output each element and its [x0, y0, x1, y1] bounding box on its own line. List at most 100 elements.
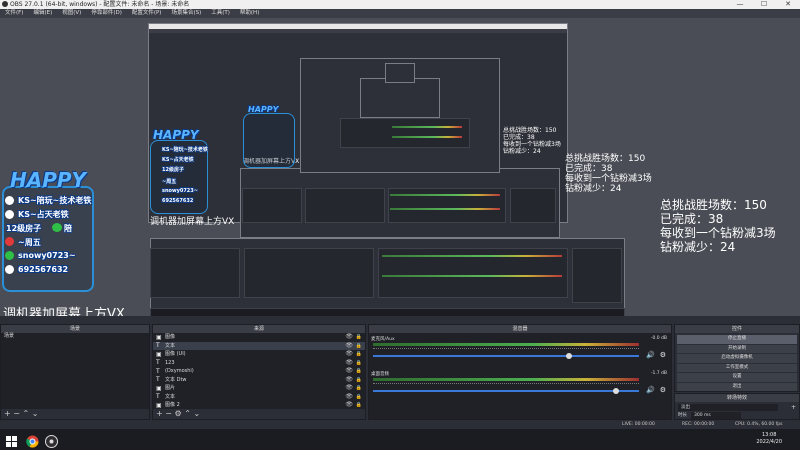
sources-dock: 来源 ▣ 图像 👁 🔒 T 文本 👁 🔒 ▣ 图像 (UI) 👁 🔒 T 123 👁 🔒 T (Dxymoshi)… — [152, 324, 366, 420]
stats-overlay-small: 总挑战胜场数：150 已完成：38 每收到一个钻粉减3场 钻粉减少：24 — [503, 127, 561, 155]
move-up-icon[interactable]: ⌃ — [184, 409, 191, 418]
channel-db: -0.0 dB — [650, 336, 667, 341]
visibility-eye-icon[interactable]: 👁 — [345, 384, 353, 393]
duration-label: 时长 — [678, 413, 687, 418]
add-transition-icon[interactable]: + — [791, 404, 796, 411]
text-icon: T — [156, 393, 160, 400]
minimize-button[interactable]: — — [728, 0, 752, 9]
visibility-eye-icon[interactable]: 👁 — [345, 367, 353, 376]
gear-icon[interactable]: ⚙ — [660, 386, 666, 394]
qq-icon — [5, 265, 14, 274]
source-item[interactable]: T 123 👁 🔒 — [153, 359, 365, 368]
volume-slider-knob[interactable] — [613, 388, 619, 394]
preview-canvas[interactable]: 总挑战胜场数：150 已完成：38 每收到一个钻粉减3场 钻粉减少：24 总挑战胜场数… — [0, 18, 800, 316]
duration-input[interactable]: 300 ms — [691, 412, 741, 419]
windows-start-icon[interactable] — [5, 433, 18, 447]
status-bar: LIVE: 00:00:00 REC: 00:00:00 CPU: 0.4%, … — [0, 420, 800, 429]
volume-slider-knob[interactable] — [566, 353, 572, 359]
lock-icon[interactable]: 🔒 — [356, 342, 362, 351]
lock-icon[interactable]: 🔒 — [356, 359, 362, 368]
studio-mode-button[interactable]: 工作室模式 — [677, 363, 797, 372]
visibility-eye-icon[interactable]: 👁 — [345, 342, 353, 351]
source-item[interactable]: T 文本 👁 🔒 — [153, 341, 365, 351]
start-recording-button[interactable]: 开始录制 — [677, 344, 797, 353]
wechat-icon — [52, 223, 62, 232]
transition-select[interactable]: 淡出 — [678, 404, 778, 411]
remove-icon[interactable]: − — [13, 409, 20, 418]
happy-line-2: KS~占天老铁 — [18, 210, 69, 219]
visibility-eye-icon[interactable]: 👁 — [345, 350, 353, 359]
image-icon: ▣ — [156, 350, 162, 358]
rec-status: REC: 00:00:00 — [682, 422, 715, 427]
stop-streaming-button[interactable]: 停止直播 — [677, 335, 797, 344]
happy-logo-small: HAPPY — [248, 105, 279, 114]
mixer-dock: 混音器 麦克风/Aux -0.0 dB 🔊 ⚙ 桌面音频 -1.7 dB 🔊 ⚙ — [368, 324, 672, 420]
menu-scene-collection[interactable]: 场景集合(S) — [166, 9, 206, 18]
sources-toolbar: + − ⚙ ⌃ ⌄ — [153, 409, 365, 419]
volume-slider[interactable] — [373, 390, 639, 392]
happy-logo: HAPPY — [10, 168, 87, 192]
chrome-icon[interactable] — [26, 433, 39, 448]
move-down-icon[interactable]: ⌄ — [193, 409, 200, 418]
taskbar-clock[interactable]: 13:08 2022/4/20 — [756, 432, 782, 446]
source-label: 文本 Dtw — [165, 376, 187, 383]
obs-taskbar-icon[interactable] — [45, 433, 58, 448]
channel-name: 桌面音频 — [371, 372, 389, 377]
happy-line-3: 12级房子 — [6, 224, 42, 233]
add-icon[interactable]: + — [156, 409, 163, 418]
menu-help[interactable]: 帮助(H) — [235, 9, 264, 18]
scenes-toolbar: + − ⌃ ⌄ — [1, 409, 149, 419]
speaker-icon[interactable]: 🔊 — [646, 386, 655, 394]
menu-view[interactable]: 视图(V) — [57, 9, 86, 18]
visibility-eye-icon[interactable]: 👁 — [345, 393, 353, 402]
menu-file[interactable]: 文件(F) — [0, 9, 28, 18]
gear-icon[interactable]: ⚙ — [175, 409, 182, 418]
lock-icon[interactable]: 🔒 — [356, 367, 362, 376]
cpu-status: CPU: 0.4%, 60.00 fps — [735, 422, 783, 427]
settings-button[interactable]: 设置 — [677, 373, 797, 382]
happy-card-small — [243, 113, 295, 168]
title-bar: OBS 27.0.1 (64-bit, windows) - 配置文件: 未命名… — [0, 0, 800, 9]
scenes-dock-title: 场景 — [1, 325, 149, 333]
menu-bar: 文件(F) 编辑(E) 视图(V) 停靠部件(D) 配置文件(P) 场景集合(S… — [0, 9, 800, 18]
menu-docks[interactable]: 停靠部件(D) — [86, 9, 127, 18]
remove-icon[interactable]: − — [165, 409, 172, 418]
add-icon[interactable]: + — [4, 409, 11, 418]
speaker-icon[interactable]: 🔊 — [646, 351, 655, 359]
image-icon: ▣ — [156, 384, 162, 392]
obs-logo-icon — [2, 1, 8, 7]
volume-slider[interactable] — [373, 355, 639, 357]
visibility-eye-icon[interactable]: 👁 — [345, 359, 353, 368]
gear-icon[interactable]: ⚙ — [660, 351, 666, 359]
scene-item[interactable]: 场景 — [1, 333, 149, 340]
source-item[interactable]: ▣ 图像 (UI) 👁 🔒 — [153, 350, 365, 359]
source-item[interactable]: ▣ 图片 👁 🔒 — [153, 384, 365, 393]
exit-button[interactable]: 退出 — [677, 382, 797, 391]
happy-logo-medium: HAPPY — [153, 128, 199, 142]
window-title: OBS 27.0.1 (64-bit, windows) - 配置文件: 未命名… — [10, 1, 190, 8]
lock-icon[interactable]: 🔒 — [356, 384, 362, 393]
close-button[interactable]: ✕ — [776, 0, 800, 9]
menu-profile[interactable]: 配置文件(P) — [127, 9, 167, 18]
happy-line-6: snowy0723~ — [18, 251, 76, 260]
lock-icon[interactable]: 🔒 — [356, 376, 362, 385]
visibility-eye-icon[interactable]: 👁 — [345, 333, 353, 342]
move-down-icon[interactable]: ⌄ — [32, 409, 39, 418]
maximize-button[interactable]: ☐ — [752, 0, 776, 9]
volume-meter — [373, 378, 639, 381]
menu-tools[interactable]: 工具(T) — [206, 9, 235, 18]
source-item[interactable]: T 文本 Dtw 👁 🔒 — [153, 376, 365, 385]
lock-icon[interactable]: 🔒 — [356, 333, 362, 342]
source-item[interactable]: T 文本 👁 🔒 — [153, 393, 365, 402]
source-item[interactable]: T (Dxymoshi) 👁 🔒 — [153, 367, 365, 376]
visibility-eye-icon[interactable]: 👁 — [345, 376, 353, 385]
lock-icon[interactable]: 🔒 — [356, 393, 362, 402]
menu-edit[interactable]: 编辑(E) — [28, 9, 57, 18]
happy-line-5: ~周五 — [18, 238, 41, 247]
start-virtual-camera-button[interactable]: 启动虚拟摄像机 — [677, 354, 797, 363]
source-item[interactable]: ▣图像 👁🔒 — [153, 333, 365, 342]
source-label: 图像 2 — [165, 402, 180, 408]
source-label: (Dxymoshi) — [165, 368, 194, 374]
lock-icon[interactable]: 🔒 — [356, 350, 362, 359]
move-up-icon[interactable]: ⌃ — [23, 409, 30, 418]
